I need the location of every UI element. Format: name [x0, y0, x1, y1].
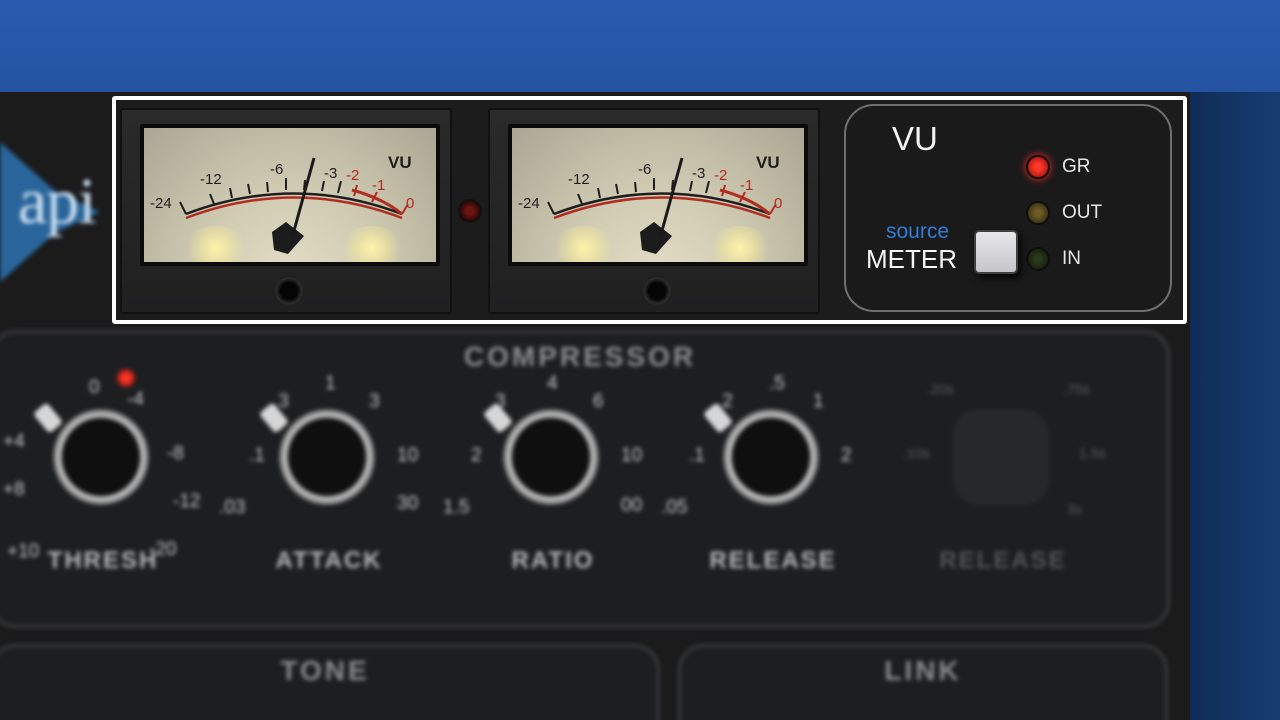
api-logo-text: api [18, 165, 97, 238]
release-switch-tick: .20s [927, 381, 954, 397]
ratio-label: RATIO [511, 547, 595, 574]
release-tick: .2 [717, 391, 733, 412]
vu-scale-svg: -24 -12 -6 -3 -2 -1 0 VU [518, 153, 782, 254]
needle-hub [640, 222, 672, 254]
attack-tick: 30 [397, 493, 419, 514]
vu-meter-section: -24 -12 -6 -3 -2 -1 0 VU -24 -12 -6 -3 -… [112, 96, 1187, 324]
vu-scale-label: -2 [714, 167, 727, 184]
attack-tick: 1 [325, 373, 336, 394]
thresh-knob-pointer [32, 402, 64, 434]
attack-knob[interactable]: 1 .3 3 .1 10 .03 30 ATTACK [219, 361, 429, 591]
link-panel: LINK [678, 644, 1168, 720]
vu-meter-left: -24 -12 -6 -3 -2 -1 0 VU [120, 108, 452, 314]
indicator-out: OUT [1026, 198, 1166, 228]
link-title: LINK [884, 655, 962, 686]
vu-unit-label: VU [756, 153, 780, 172]
tone-title: TONE [280, 655, 370, 686]
vu-scale-label: -6 [270, 161, 283, 178]
thresh-tick: -8 [167, 443, 184, 464]
attack-tick: 10 [397, 445, 419, 466]
thresh-tick: 0 [89, 377, 100, 398]
ratio-tick: 2 [471, 445, 482, 466]
compressor-panel: COMPRESSOR 0 -4 +4 -8 +8 -12 +10 -20 THR… [0, 330, 1170, 628]
release-tick: .5 [769, 373, 785, 394]
indicator-in: IN [1026, 244, 1166, 274]
vu-meter-face: -24 -12 -6 -3 -2 -1 0 VU [508, 124, 808, 266]
in-led-icon [1026, 247, 1050, 271]
indicator-label: OUT [1062, 202, 1103, 223]
release-switch-tick: .75s [1063, 381, 1090, 397]
release-tick: .05 [661, 497, 688, 518]
meter-label: METER [866, 244, 957, 274]
indicator-label: IN [1062, 248, 1081, 269]
release-switch-body[interactable] [953, 409, 1049, 505]
meter-source-panel: VU source METER GR OUT IN [844, 104, 1172, 312]
gr-led-icon [1026, 155, 1050, 179]
source-label: source [886, 220, 950, 243]
release-knob[interactable]: .5 .2 1 .1 2 .05 RELEASE [661, 361, 873, 591]
attack-tick: 3 [369, 391, 380, 412]
ratio-tick: 4 [547, 373, 558, 394]
vu-scale-label: -1 [372, 177, 385, 194]
vu-meter-face: -24 -12 -6 -3 -2 -1 0 VU [140, 124, 440, 266]
vu-scale-label: -24 [518, 195, 540, 212]
ratio-tick: 1.5 [443, 497, 470, 518]
ratio-tick: 00 [621, 495, 643, 516]
indicator-label: GR [1062, 156, 1091, 177]
vu-scale-label: -6 [638, 161, 651, 178]
thresh-label: THRESH [47, 547, 159, 574]
release-switch-label: RELEASE [939, 547, 1067, 574]
release-knob-body[interactable] [723, 409, 819, 505]
needle-hub [272, 222, 304, 254]
vu-meter-right: -24 -12 -6 -3 -2 -1 0 VU [488, 108, 820, 314]
vu-scale-label: -3 [324, 165, 337, 182]
vu-scale-label: 0 [774, 195, 782, 212]
thresh-tick: -4 [127, 389, 144, 410]
attack-tick: .03 [219, 497, 246, 518]
vu-unit-label: VU [388, 153, 412, 172]
vu-scale-label: -3 [692, 165, 705, 182]
release-switch-tick: .10s [903, 445, 930, 461]
threshold-led [117, 369, 135, 387]
ratio-tick: 6 [593, 391, 604, 412]
thresh-tick: +4 [3, 431, 25, 452]
release-tick: 2 [841, 445, 852, 466]
ratio-tick: 3 [495, 391, 506, 412]
release-tick: .1 [689, 445, 705, 466]
release-switch-tick: 1.5s [1079, 445, 1106, 461]
thresh-knob[interactable]: 0 -4 +4 -8 +8 -12 +10 -20 THRESH [3, 361, 203, 591]
thresh-knob-body[interactable] [53, 409, 149, 505]
out-led-icon [1026, 201, 1050, 225]
release-label: RELEASE [709, 547, 837, 574]
window-header-band [0, 0, 1280, 92]
ratio-knob[interactable]: 4 3 6 2 10 1.5 00 RATIO [443, 361, 653, 591]
attack-knob-body[interactable] [279, 409, 375, 505]
release-switch-tick: 3s [1067, 501, 1082, 517]
tone-panel: TONE [0, 644, 660, 720]
ratio-tick: 10 [621, 445, 643, 466]
vu-scale-label: 0 [406, 195, 414, 212]
window-side-band [1188, 92, 1280, 720]
thresh-tick: +8 [3, 479, 25, 500]
vu-scale-label: -12 [568, 171, 590, 188]
meter-mode-title: VU [892, 120, 938, 157]
vu-scale-label: -1 [740, 177, 753, 194]
meter-adjust-screw[interactable] [642, 276, 672, 306]
vu-scale-label: -24 [150, 195, 172, 212]
attack-label: ATTACK [275, 547, 383, 574]
meter-source-button[interactable] [974, 230, 1018, 274]
center-status-led [458, 199, 482, 223]
vu-scale-label: -12 [200, 171, 222, 188]
release-tick: 1 [813, 391, 824, 412]
meter-adjust-screw[interactable] [274, 276, 304, 306]
thresh-tick: -12 [173, 491, 201, 512]
ratio-knob-body[interactable] [503, 409, 599, 505]
attack-tick: .1 [249, 445, 265, 466]
release-switch[interactable]: .20s .75s .10s 1.5s 3s RELEASE [903, 361, 1106, 591]
indicator-gr: GR [1026, 152, 1166, 182]
attack-tick: .3 [273, 391, 289, 412]
vu-scale-label: -2 [346, 167, 359, 184]
vu-scale-svg: -24 -12 -6 -3 -2 -1 0 VU [150, 153, 414, 254]
